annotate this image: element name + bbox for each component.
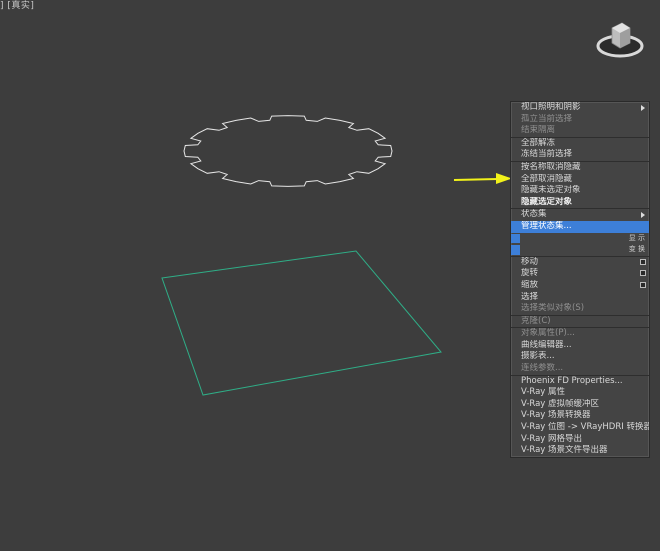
menu-item[interactable]: 冻结当前选择 (511, 149, 649, 161)
menu-item-label: 选择 (521, 291, 539, 302)
submenu-arrow-icon (641, 212, 645, 219)
menu-item[interactable]: 摄影表... (511, 351, 649, 363)
menu-item-label: 管理状态集... (521, 220, 572, 231)
menu-item-label: 曲线编辑器... (521, 339, 572, 350)
submenu-arrow-icon (641, 105, 645, 111)
menu-item[interactable]: 对象属性(P)... (511, 328, 649, 340)
menu-item-right-label: 显 示 (628, 233, 645, 242)
menu-item[interactable]: 曲线编辑器... (511, 340, 649, 352)
menu-item[interactable]: 选择类似对象(S) (511, 303, 649, 315)
menu-item[interactable]: 旋转 (511, 268, 649, 280)
menu-item-label: 连线参数... (521, 363, 564, 374)
menu-item[interactable]: 缩放 (511, 280, 649, 292)
arrow-right-icon (453, 173, 512, 184)
settings-box-icon[interactable] (640, 281, 646, 288)
viewport[interactable]: ] [真实] 视口照明和阴影 孤立当前选择 结束隔离 全部解冻 冻结当前选择 按名称取消隐… (0, 0, 660, 551)
menu-item[interactable]: V-Ray 场景文件导出器 (511, 445, 649, 457)
menu-item[interactable]: 管理状态集... (511, 220, 649, 233)
menu-item-label: Phoenix FD Properties... (521, 375, 623, 386)
menu-item-label: 克隆(C) (521, 315, 551, 326)
menu-item[interactable]: 移动 (511, 257, 649, 269)
menu-item[interactable]: 状态集 (511, 209, 649, 221)
menu-item-label: V-Ray 位图 -> VRayHDRI 转换器 (521, 422, 649, 433)
menu-item[interactable]: V-Ray 场景转换器 (511, 410, 649, 422)
gear-shape[interactable] (183, 115, 393, 187)
menu-item-marker (511, 233, 520, 244)
menu-item-marker (511, 245, 520, 255)
menu-item-label: 隐藏选定对象 (521, 196, 573, 207)
menu-item[interactable]: 视口照明和阴影 (511, 102, 649, 114)
menu-item-label: V-Ray 网格导出 (521, 433, 583, 444)
menu-item-right-label: 变 换 (628, 245, 645, 254)
menu-item-label: 全部取消隐藏 (521, 173, 573, 184)
menu-item[interactable]: 隐藏未选定对象 (511, 185, 649, 197)
context-menu: 视口照明和阴影 孤立当前选择 结束隔离 全部解冻 冻结当前选择 按名称取消隐藏 全部取消隐藏… (510, 101, 650, 458)
menu-item[interactable]: 结束隔离 (511, 125, 649, 137)
menu-item[interactable]: 显 示 (511, 233, 649, 245)
menu-item[interactable]: 全部解冻 (511, 138, 649, 150)
menu-item-label: 全部解冻 (521, 137, 556, 148)
menu-item[interactable]: V-Ray 网格导出 (511, 434, 649, 446)
menu-item-label: 移动 (521, 256, 539, 267)
plane-shape[interactable] (161, 250, 442, 396)
menu-item-label: 摄影表... (521, 351, 555, 362)
menu-item-label: 孤立当前选择 (521, 113, 573, 124)
menu-item[interactable]: V-Ray 虚拟帧缓冲区 (511, 399, 649, 411)
menu-item[interactable]: 选择 (511, 292, 649, 304)
menu-item-label: 冻结当前选择 (521, 149, 573, 160)
menu-item[interactable]: 全部取消隐藏 (511, 174, 649, 186)
menu-item-label: 隐藏未选定对象 (521, 185, 581, 196)
menu-item[interactable]: V-Ray 属性 (511, 387, 649, 399)
settings-box-icon[interactable] (640, 270, 646, 277)
menu-item-label: 按名称取消隐藏 (521, 161, 581, 172)
menu-item[interactable]: 变 换 (511, 244, 649, 256)
menu-item-label: 状态集 (521, 209, 547, 220)
menu-item[interactable]: 孤立当前选择 (511, 114, 649, 126)
menu-item-label: V-Ray 场景文件导出器 (521, 445, 608, 456)
menu-item-label: 旋转 (521, 268, 539, 279)
menu-item[interactable]: Phoenix FD Properties... (511, 376, 649, 388)
menu-item-label: V-Ray 属性 (521, 387, 566, 398)
menu-item-label: 缩放 (521, 279, 539, 290)
menu-item[interactable]: 隐藏选定对象 (511, 197, 649, 209)
menu-item-label: 结束隔离 (521, 125, 556, 136)
menu-item-label: 对象属性(P)... (521, 328, 575, 339)
menu-item[interactable]: V-Ray 位图 -> VRayHDRI 转换器 (511, 422, 649, 434)
menu-item-label: V-Ray 虚拟帧缓冲区 (521, 398, 600, 409)
viewcube-icon[interactable] (594, 14, 646, 62)
menu-item-label: 选择类似对象(S) (521, 303, 585, 314)
settings-box-icon[interactable] (640, 258, 646, 265)
menu-item[interactable]: 按名称取消隐藏 (511, 162, 649, 174)
menu-item-label: V-Ray 场景转换器 (521, 410, 591, 421)
menu-item[interactable]: 克隆(C) (511, 316, 649, 328)
menu-item-label: 视口照明和阴影 (521, 102, 581, 112)
menu-item[interactable]: 连线参数... (511, 363, 649, 375)
